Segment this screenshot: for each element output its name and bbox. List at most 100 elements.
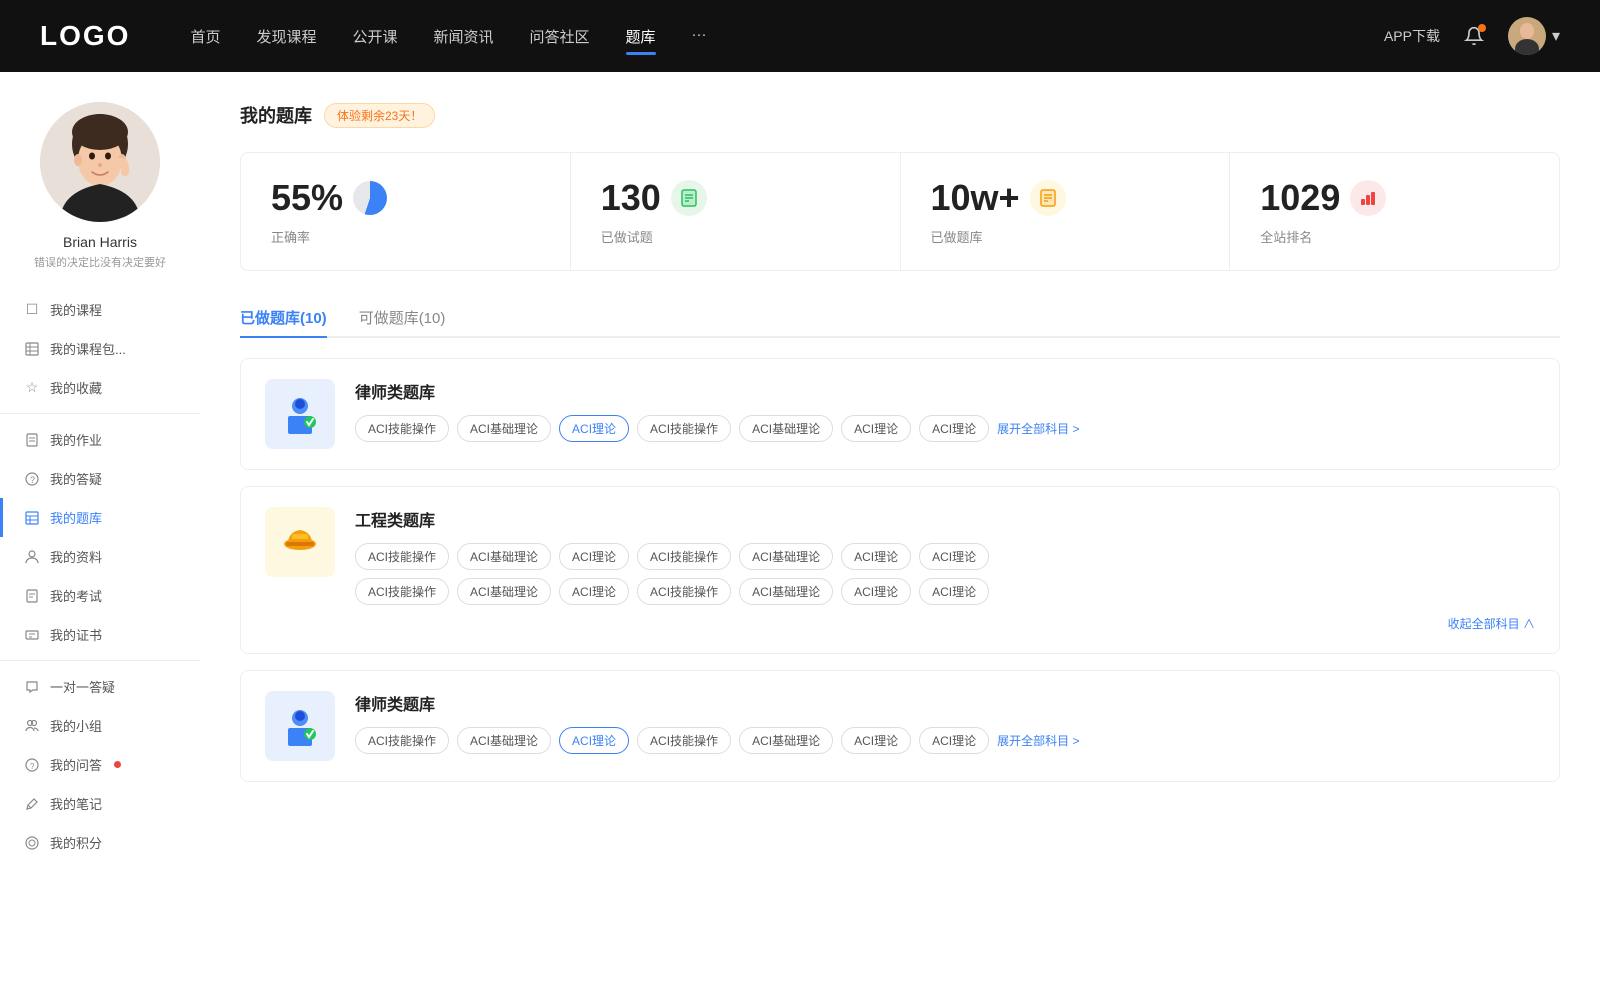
tag-2-1-4[interactable]: ACI技能操作 — [637, 543, 731, 570]
rank-label: 全站排名 — [1260, 227, 1529, 246]
tag-1-4[interactable]: ACI技能操作 — [637, 415, 731, 442]
nav-open-course[interactable]: 公开课 — [352, 26, 397, 47]
collapse-link-2[interactable]: 收起全部科目 ∧ — [1448, 613, 1535, 635]
navbar: LOGO 首页 发现课程 公开课 新闻资讯 问答社区 题库 ··· APP下载 — [0, 0, 1600, 72]
chat-icon — [24, 679, 40, 695]
chart-red-icon — [1350, 180, 1386, 216]
cert-icon — [24, 627, 40, 643]
tag-2-1-5[interactable]: ACI基础理论 — [739, 543, 833, 570]
stats-row: 55% 正确率 130 已做试题 10w+ — [240, 152, 1560, 271]
notification-bell[interactable] — [1460, 22, 1488, 50]
tag-1-2[interactable]: ACI基础理论 — [457, 415, 551, 442]
homework-icon — [24, 432, 40, 448]
navbar-right: APP下载 ▾ — [1384, 17, 1560, 55]
svg-text:?: ? — [30, 762, 35, 771]
tag-2-2-3[interactable]: ACI理论 — [559, 578, 629, 605]
tag-3-2[interactable]: ACI基础理论 — [457, 727, 551, 754]
stat-questions-done: 130 已做试题 — [571, 153, 901, 270]
expand-link-3[interactable]: 展开全部科目 > — [997, 728, 1079, 753]
trial-badge: 体验剩余23天！ — [324, 103, 435, 128]
tag-2-2-1[interactable]: ACI技能操作 — [355, 578, 449, 605]
nav-home[interactable]: 首页 — [190, 26, 220, 47]
tab-available[interactable]: 可做题库(10) — [359, 299, 446, 336]
tag-2-2-2[interactable]: ACI基础理论 — [457, 578, 551, 605]
bank-content-1: 律师类题库 ACI技能操作 ACI基础理论 ACI理论 ACI技能操作 ACI基… — [355, 379, 1535, 442]
tag-1-5[interactable]: ACI基础理论 — [739, 415, 833, 442]
sidebar-item-question-bank[interactable]: 我的题库 — [0, 498, 200, 537]
sidebar-item-certificates[interactable]: 我的证书 — [0, 615, 200, 654]
sidebar-menu: ☐ 我的课程 我的课程包... ☆ 我的收藏 我的作业 — [0, 290, 200, 862]
nav-question-bank[interactable]: 题库 — [626, 26, 656, 47]
tag-1-1[interactable]: ACI技能操作 — [355, 415, 449, 442]
tag-2-1-1[interactable]: ACI技能操作 — [355, 543, 449, 570]
nav-news[interactable]: 新闻资讯 — [434, 26, 494, 47]
sidebar-item-profile[interactable]: 我的资料 — [0, 537, 200, 576]
tag-3-1[interactable]: ACI技能操作 — [355, 727, 449, 754]
tag-2-2-7[interactable]: ACI理论 — [919, 578, 989, 605]
tag-2-2-4[interactable]: ACI技能操作 — [637, 578, 731, 605]
pie-chart-icon — [353, 181, 387, 215]
nav-discover[interactable]: 发现课程 — [256, 26, 316, 47]
tag-2-1-3[interactable]: ACI理论 — [559, 543, 629, 570]
tag-3-7[interactable]: ACI理论 — [919, 727, 989, 754]
tag-2-2-6[interactable]: ACI理论 — [841, 578, 911, 605]
sidebar-item-exams[interactable]: 我的考试 — [0, 576, 200, 615]
tab-done[interactable]: 已做题库(10) — [240, 299, 327, 336]
sidebar-item-notes[interactable]: 我的笔记 — [0, 784, 200, 823]
nav-more[interactable]: ··· — [692, 26, 707, 47]
sidebar: Brian Harris 错误的决定比没有决定要好 ☐ 我的课程 我的课程包..… — [0, 72, 200, 990]
group-icon — [24, 718, 40, 734]
question-circle-icon: ? — [24, 757, 40, 773]
sidebar-item-courses[interactable]: ☐ 我的课程 — [0, 290, 200, 329]
nav-qa[interactable]: 问答社区 — [530, 26, 590, 47]
stat-accuracy: 55% 正确率 — [241, 153, 571, 270]
sidebar-item-homework[interactable]: 我的作业 — [0, 420, 200, 459]
sidebar-item-points[interactable]: 我的积分 — [0, 823, 200, 862]
expand-link-1[interactable]: 展开全部科目 > — [997, 416, 1079, 441]
sidebar-item-groups[interactable]: 我的小组 — [0, 706, 200, 745]
svg-text:?: ? — [30, 475, 35, 485]
doc-orange-icon — [1030, 180, 1066, 216]
user-avatar-menu[interactable]: ▾ — [1508, 17, 1560, 55]
questions-done-label: 已做试题 — [601, 227, 870, 246]
tag-3-4[interactable]: ACI技能操作 — [637, 727, 731, 754]
chevron-down-icon: ▾ — [1552, 26, 1560, 46]
stat-banks-done: 10w+ 已做题库 — [901, 153, 1231, 270]
tag-3-5[interactable]: ACI基础理论 — [739, 727, 833, 754]
questions-dot — [114, 761, 121, 768]
sidebar-item-favorites[interactable]: ☆ 我的收藏 — [0, 368, 200, 407]
tag-2-2-5[interactable]: ACI基础理论 — [739, 578, 833, 605]
logo[interactable]: LOGO — [40, 20, 130, 52]
stat-rank: 1029 全站排名 — [1230, 153, 1559, 270]
profile-icon — [24, 549, 40, 565]
main-layout: Brian Harris 错误的决定比没有决定要好 ☐ 我的课程 我的课程包..… — [0, 72, 1600, 990]
bank-name-2: 工程类题库 — [355, 507, 1535, 531]
bank-content-2: 工程类题库 ACI技能操作 ACI基础理论 ACI理论 ACI技能操作 ACI基… — [355, 507, 1535, 633]
courses-icon: ☐ — [24, 302, 40, 318]
bank-icon-lawyer-1 — [265, 379, 335, 449]
tag-3-3[interactable]: ACI理论 — [559, 727, 629, 754]
app-download-button[interactable]: APP下载 — [1384, 26, 1440, 46]
tag-2-1-2[interactable]: ACI基础理论 — [457, 543, 551, 570]
sidebar-item-questions[interactable]: ? 我的问答 — [0, 745, 200, 784]
bank-name-3: 律师类题库 — [355, 691, 1535, 715]
notification-dot — [1478, 24, 1486, 32]
tag-3-6[interactable]: ACI理论 — [841, 727, 911, 754]
page-title: 我的题库 — [240, 102, 312, 128]
tag-2-1-7[interactable]: ACI理论 — [919, 543, 989, 570]
banks-done-label: 已做题库 — [931, 227, 1200, 246]
tag-1-3[interactable]: ACI理论 — [559, 415, 629, 442]
bank-card-1: 律师类题库 ACI技能操作 ACI基础理论 ACI理论 ACI技能操作 ACI基… — [240, 358, 1560, 470]
divider-2 — [0, 660, 200, 661]
tag-1-6[interactable]: ACI理论 — [841, 415, 911, 442]
tag-1-7[interactable]: ACI理论 — [919, 415, 989, 442]
sidebar-item-one-on-one[interactable]: 一对一答疑 — [0, 667, 200, 706]
notes-icon — [24, 796, 40, 812]
sidebar-item-course-packages[interactable]: 我的课程包... — [0, 329, 200, 368]
divider-1 — [0, 413, 200, 414]
accuracy-value: 55% — [271, 177, 343, 219]
tag-2-1-6[interactable]: ACI理论 — [841, 543, 911, 570]
tabs-row: 已做题库(10) 可做题库(10) — [240, 299, 1560, 338]
sidebar-item-qa[interactable]: ? 我的答疑 — [0, 459, 200, 498]
bank-name-1: 律师类题库 — [355, 379, 1535, 403]
